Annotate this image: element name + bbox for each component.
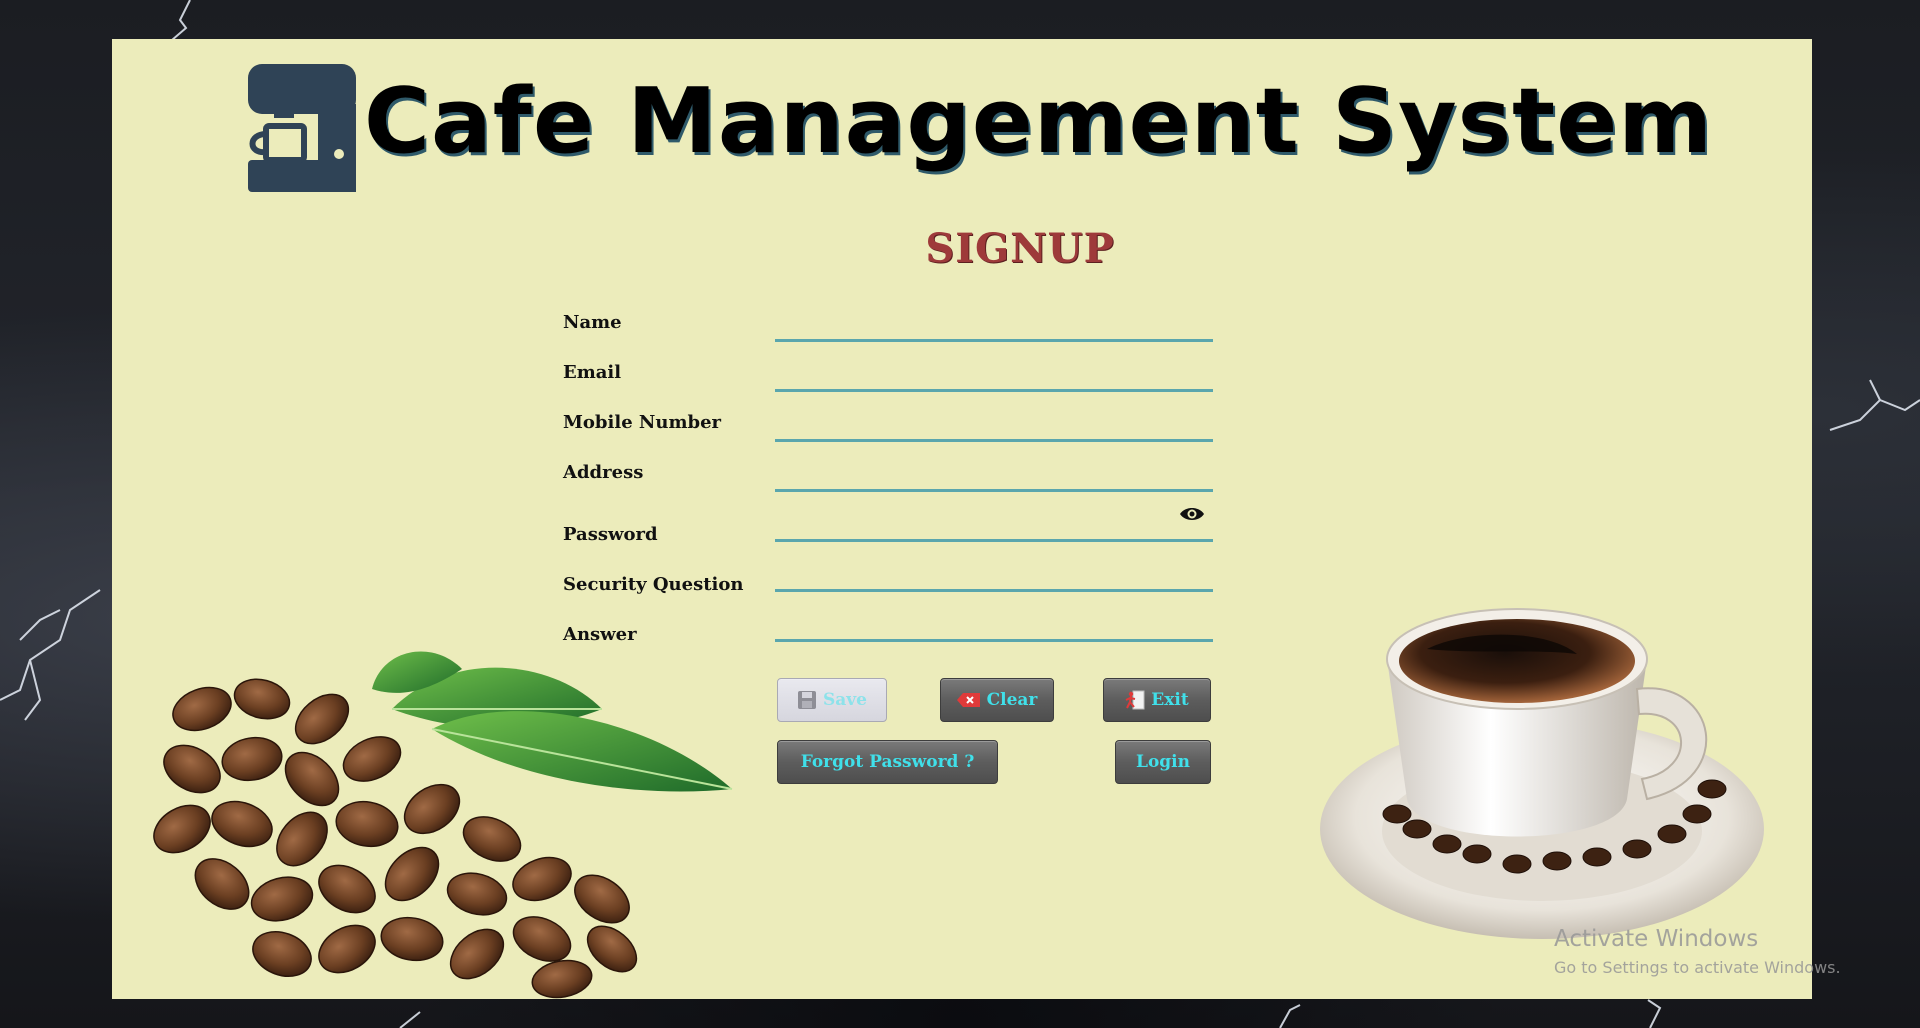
app-title: Cafe Management System [364,69,1714,174]
signup-heading: SIGNUP [925,225,1115,272]
exit-label: Exit [1151,690,1189,710]
security-question-label: Security Question [563,574,744,595]
mobile-number-field[interactable] [775,412,1213,442]
watermark-title: Activate Windows [1554,926,1759,952]
password-field[interactable] [775,512,1213,542]
save-button[interactable]: Save [777,678,887,722]
answer-field[interactable] [775,612,1213,642]
exit-button[interactable]: Exit [1103,678,1211,722]
floppy-disk-icon [798,691,816,709]
exit-door-icon [1125,690,1145,710]
name-label: Name [563,312,622,333]
mobile-number-label: Mobile Number [563,412,722,433]
backspace-icon [956,693,980,707]
save-label: Save [823,690,867,710]
email-label: Email [563,362,622,383]
eye-icon[interactable] [1179,505,1205,523]
address-field[interactable] [775,462,1213,492]
clear-button[interactable]: Clear [940,678,1054,722]
security-question-field[interactable] [775,562,1213,592]
email-field[interactable] [775,362,1213,392]
watermark-subtitle: Go to Settings to activate Windows. [1554,958,1841,977]
answer-label: Answer [563,624,637,645]
name-field[interactable] [775,312,1213,342]
activate-windows-watermark: Activate Windows Go to Settings to activ… [1554,926,1841,977]
signup-panel: Cafe Management System SIGNUP Name Email… [112,39,1812,999]
forgot-password-label: Forgot Password ? [800,752,975,772]
coffee-machine-icon [248,64,356,192]
login-button[interactable]: Login [1115,740,1211,784]
clear-label: Clear [986,690,1038,710]
address-label: Address [563,462,644,483]
forgot-password-button[interactable]: Forgot Password ? [777,740,998,784]
password-label: Password [563,524,658,545]
coffee-beans-image [153,651,733,999]
coffee-cup-image [1320,608,1764,939]
login-label: Login [1136,752,1190,772]
